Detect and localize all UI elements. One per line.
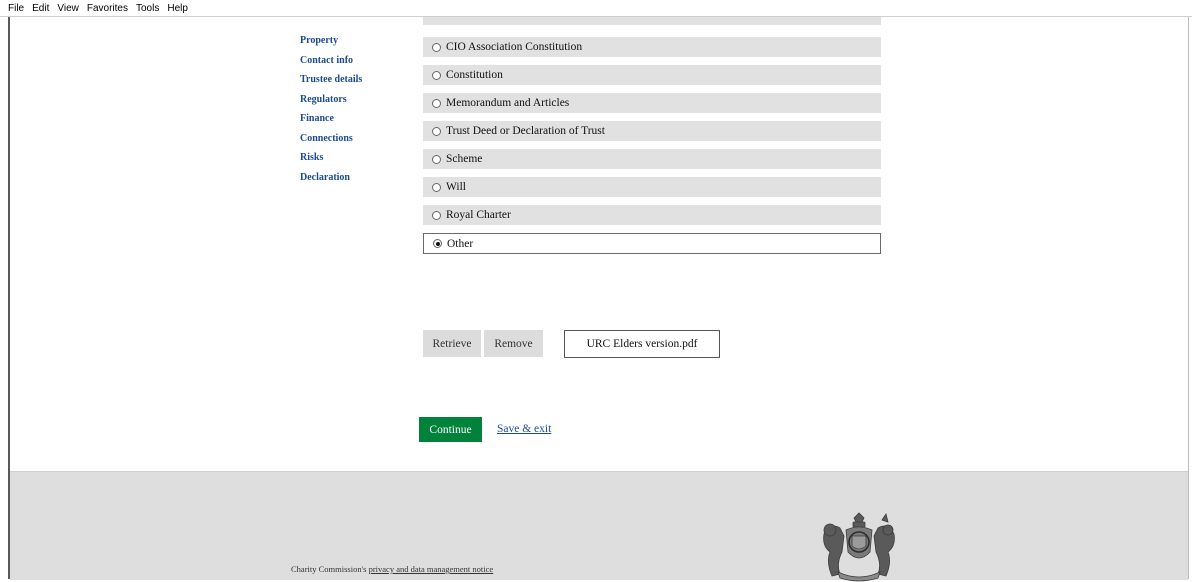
option-label: Royal Charter (446, 209, 511, 221)
previous-option-strip (423, 17, 881, 25)
page-footer: Charity Commission's privacy and data ma… (10, 471, 1188, 582)
nav-item-property[interactable]: Property (300, 35, 410, 55)
save-exit-link[interactable]: Save & exit (497, 423, 551, 435)
radio-button-icon[interactable] (432, 42, 441, 52)
radio-button-icon[interactable] (432, 210, 441, 220)
nav-item-regulators[interactable]: Regulators (300, 94, 410, 114)
option-label: Scheme (446, 153, 483, 165)
radio-button-icon[interactable] (432, 182, 441, 192)
option-label: Trust Deed or Declaration of Trust (446, 125, 605, 137)
option-royal-charter[interactable]: Royal Charter (423, 205, 881, 225)
option-scheme[interactable]: Scheme (423, 149, 881, 169)
option-other[interactable]: Other (423, 233, 881, 254)
window-left-edge (0, 17, 8, 579)
option-label: Constitution (446, 69, 503, 81)
section-nav: Property Contact info Trustee details Re… (300, 35, 410, 191)
menu-file[interactable]: File (8, 3, 24, 14)
continue-button[interactable]: Continue (419, 417, 482, 442)
window-right-border (1188, 17, 1189, 579)
royal-coat-of-arms-icon (823, 512, 895, 582)
remove-button[interactable]: Remove (484, 330, 543, 357)
footer-prefix: Charity Commission's (291, 564, 369, 574)
menu-edit[interactable]: Edit (32, 3, 49, 14)
menu-tools[interactable]: Tools (136, 3, 159, 14)
nav-item-finance[interactable]: Finance (300, 113, 410, 133)
radio-button-icon[interactable] (432, 70, 441, 80)
radio-button-icon[interactable] (432, 154, 441, 164)
option-will[interactable]: Will (423, 177, 881, 197)
nav-item-connections[interactable]: Connections (300, 133, 410, 153)
browser-menubar: File Edit View Favorites Tools Help (0, 0, 1192, 17)
radio-button-icon[interactable] (432, 98, 441, 108)
menu-view[interactable]: View (57, 3, 79, 14)
menu-favorites[interactable]: Favorites (87, 3, 128, 14)
uploaded-file-name: URC Elders version.pdf (564, 330, 720, 358)
option-label: CIO Association Constitution (446, 41, 583, 53)
nav-item-risks[interactable]: Risks (300, 152, 410, 172)
nav-item-trustee-details[interactable]: Trustee details (300, 74, 410, 94)
nav-item-contact-info[interactable]: Contact info (300, 55, 410, 75)
option-cio-association-constitution[interactable]: CIO Association Constitution (423, 37, 881, 57)
menu-help[interactable]: Help (167, 3, 188, 14)
retrieve-button[interactable]: Retrieve (423, 330, 481, 357)
option-label: Will (446, 181, 466, 193)
radio-button-selected-icon[interactable] (433, 239, 442, 248)
page-content: Property Contact info Trustee details Re… (10, 17, 1188, 582)
nav-item-declaration[interactable]: Declaration (300, 172, 410, 192)
governing-document-options: CIO Association Constitution Constitutio… (423, 37, 881, 262)
option-label: Memorandum and Articles (446, 97, 570, 109)
option-constitution[interactable]: Constitution (423, 65, 881, 85)
privacy-notice-link[interactable]: privacy and data management notice (369, 564, 494, 574)
radio-button-icon[interactable] (432, 126, 441, 136)
option-trust-deed[interactable]: Trust Deed or Declaration of Trust (423, 121, 881, 141)
footer-notice: Charity Commission's privacy and data ma… (291, 564, 493, 574)
option-label: Other (447, 237, 474, 250)
option-memorandum-and-articles[interactable]: Memorandum and Articles (423, 93, 881, 113)
